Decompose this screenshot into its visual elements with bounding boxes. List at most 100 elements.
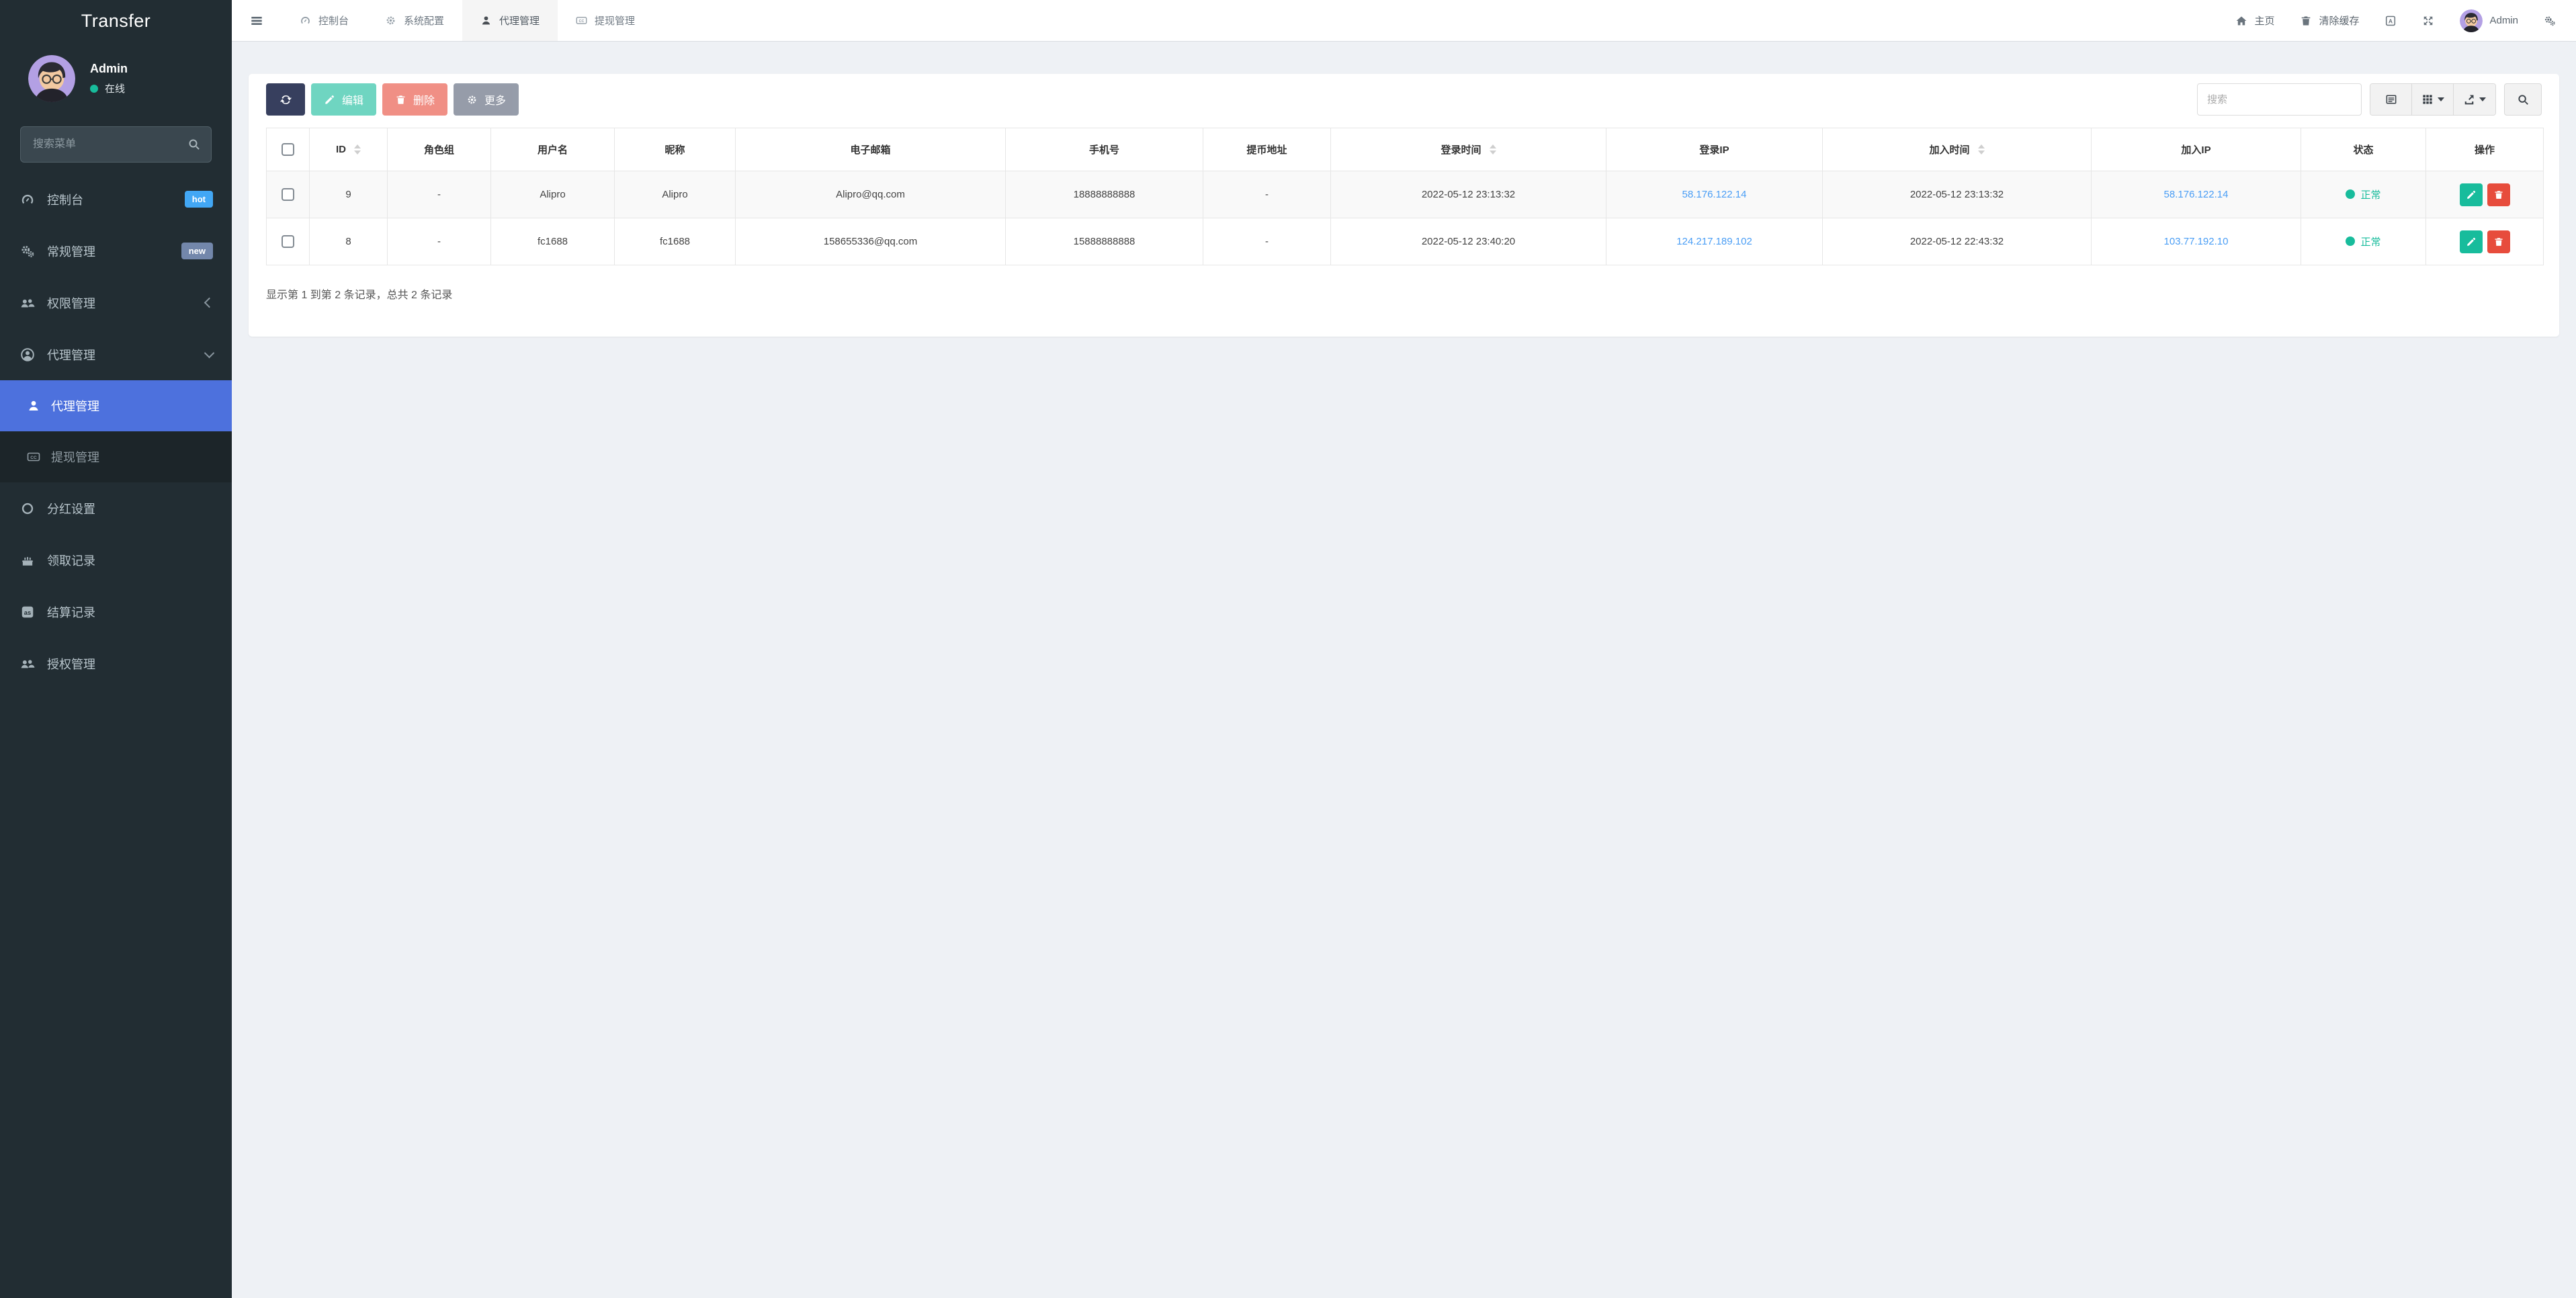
status-label: 正常 bbox=[2360, 187, 2380, 202]
sidebar-search-input[interactable] bbox=[20, 126, 212, 163]
tab-system-config[interactable]: 系统配置 bbox=[367, 0, 462, 41]
export-button[interactable] bbox=[2454, 84, 2495, 115]
header-join-time[interactable]: 加入时间 bbox=[1823, 128, 2092, 171]
export-icon bbox=[2463, 93, 2475, 105]
sidebar-item-label: 分红设置 bbox=[47, 500, 213, 517]
chevron-left-icon bbox=[204, 298, 215, 308]
sidebar-item-dashboard[interactable]: 控制台 hot bbox=[0, 173, 232, 225]
row-edit-button[interactable] bbox=[2460, 183, 2483, 206]
settings-button[interactable] bbox=[2544, 15, 2556, 27]
header-username: 用户名 bbox=[491, 128, 615, 171]
sidebar-toggle-button[interactable] bbox=[232, 0, 282, 41]
list-detail-icon bbox=[2385, 93, 2397, 105]
cake-icon bbox=[20, 553, 35, 568]
navbar-username: Admin bbox=[2489, 15, 2518, 26]
trash-icon bbox=[2300, 15, 2312, 27]
table-search-input[interactable] bbox=[2197, 83, 2362, 116]
tab-agent-management[interactable]: 代理管理 bbox=[462, 0, 558, 41]
header-login-time[interactable]: 登录时间 bbox=[1331, 128, 1606, 171]
delete-button[interactable]: 删除 bbox=[382, 83, 447, 116]
search-icon bbox=[187, 138, 201, 151]
row-delete-button[interactable] bbox=[2487, 183, 2510, 206]
cell-select bbox=[267, 218, 310, 265]
clear-cache-link[interactable]: 清除缓存 bbox=[2300, 13, 2359, 28]
cell-login-ip: 124.217.189.102 bbox=[1606, 218, 1823, 265]
user-avatar bbox=[28, 55, 75, 102]
home-link[interactable]: 主页 bbox=[2235, 13, 2274, 28]
refresh-icon bbox=[280, 93, 292, 106]
sidebar-item-label: 结算记录 bbox=[47, 603, 213, 621]
submenu-item-agents[interactable]: 代理管理 bbox=[0, 380, 232, 431]
pencil-icon bbox=[2466, 189, 2477, 200]
trash-icon bbox=[395, 94, 406, 105]
user-circle-icon bbox=[20, 347, 35, 362]
sidebar-item-settlement[interactable]: as 结算记录 bbox=[0, 586, 232, 638]
edit-button[interactable]: 编辑 bbox=[311, 83, 376, 116]
agents-table: ID 角色组 用户名 昵称 电子邮箱 手机号 提币地址 登录时间 登录IP 加入… bbox=[266, 128, 2544, 265]
sidebar-item-dividend[interactable]: 分红设置 bbox=[0, 482, 232, 534]
user-icon bbox=[480, 15, 492, 26]
sort-icon bbox=[1490, 144, 1496, 155]
main-area: 控制台 系统配置 代理管理 CC 提现管理 主页 bbox=[232, 0, 2576, 1298]
user-menu[interactable]: Admin bbox=[2460, 9, 2518, 32]
row-checkbox[interactable] bbox=[282, 235, 294, 248]
sidebar-item-agents[interactable]: 代理管理 bbox=[0, 329, 232, 380]
search-submit-button[interactable] bbox=[2504, 83, 2542, 116]
clear-cache-label: 清除缓存 bbox=[2319, 13, 2359, 28]
sidebar-item-general[interactable]: 常规管理 new bbox=[0, 225, 232, 277]
header-address: 提币地址 bbox=[1203, 128, 1331, 171]
sidebar-item-claims[interactable]: 领取记录 bbox=[0, 534, 232, 586]
cell-id: 9 bbox=[310, 171, 388, 218]
tab-label: 代理管理 bbox=[499, 13, 540, 28]
refresh-button[interactable] bbox=[266, 83, 305, 116]
status-label: 正常 bbox=[2360, 234, 2380, 249]
detail-view-button[interactable] bbox=[2370, 84, 2412, 115]
edit-button-label: 编辑 bbox=[342, 91, 363, 107]
header-email: 电子邮箱 bbox=[736, 128, 1006, 171]
header-id[interactable]: ID bbox=[310, 128, 388, 171]
fullscreen-button[interactable] bbox=[2422, 15, 2434, 27]
select-all-checkbox[interactable] bbox=[282, 143, 294, 156]
chevron-down-icon bbox=[204, 348, 215, 359]
cell-mobile: 15888888888 bbox=[1006, 218, 1203, 265]
cell-email: Alipro@qq.com bbox=[736, 171, 1006, 218]
status-dot-icon bbox=[2346, 189, 2355, 199]
join-ip-link[interactable]: 58.176.122.14 bbox=[2164, 189, 2229, 200]
header-login-ip: 登录IP bbox=[1606, 128, 1823, 171]
sort-icon bbox=[354, 144, 361, 155]
sidebar-item-permissions[interactable]: 权限管理 bbox=[0, 277, 232, 329]
cell-nickname: Alipro bbox=[615, 171, 736, 218]
gauge-icon bbox=[300, 15, 311, 26]
cell-mobile: 18888888888 bbox=[1006, 171, 1203, 218]
table-row: 9 - Alipro Alipro Alipro@qq.com 18888888… bbox=[267, 171, 2544, 218]
row-edit-button[interactable] bbox=[2460, 230, 2483, 253]
language-button[interactable]: A bbox=[2385, 15, 2397, 27]
cc-icon: CC bbox=[27, 450, 40, 464]
cell-join-ip: 58.176.122.14 bbox=[2092, 171, 2301, 218]
circle-o-icon bbox=[20, 501, 35, 516]
gear-icon bbox=[385, 15, 396, 26]
cell-address: - bbox=[1203, 218, 1331, 265]
join-ip-link[interactable]: 103.77.192.10 bbox=[2164, 236, 2229, 247]
cell-username: fc1688 bbox=[491, 218, 615, 265]
submenu-item-withdraw[interactable]: CC 提现管理 bbox=[0, 431, 232, 482]
login-ip-link[interactable]: 58.176.122.14 bbox=[1682, 189, 1747, 200]
sidebar-item-authorization[interactable]: 授权管理 bbox=[0, 638, 232, 689]
login-ip-link[interactable]: 124.217.189.102 bbox=[1676, 236, 1752, 247]
tab-withdraw-management[interactable]: CC 提现管理 bbox=[558, 0, 653, 41]
submenu-item-label: 代理管理 bbox=[51, 397, 99, 415]
header-join-ip: 加入IP bbox=[2092, 128, 2301, 171]
row-delete-button[interactable] bbox=[2487, 230, 2510, 253]
more-button-label: 更多 bbox=[484, 91, 506, 107]
caret-down-icon bbox=[2438, 97, 2444, 101]
grid-icon bbox=[2421, 93, 2434, 105]
row-checkbox[interactable] bbox=[282, 188, 294, 201]
user-avatar bbox=[2460, 9, 2483, 32]
cell-email: 158655336@qq.com bbox=[736, 218, 1006, 265]
header-mobile: 手机号 bbox=[1006, 128, 1203, 171]
more-button[interactable]: 更多 bbox=[454, 83, 519, 116]
tab-dashboard[interactable]: 控制台 bbox=[282, 0, 367, 41]
columns-button[interactable] bbox=[2412, 84, 2454, 115]
cell-operate bbox=[2426, 171, 2544, 218]
users-icon bbox=[20, 296, 35, 310]
